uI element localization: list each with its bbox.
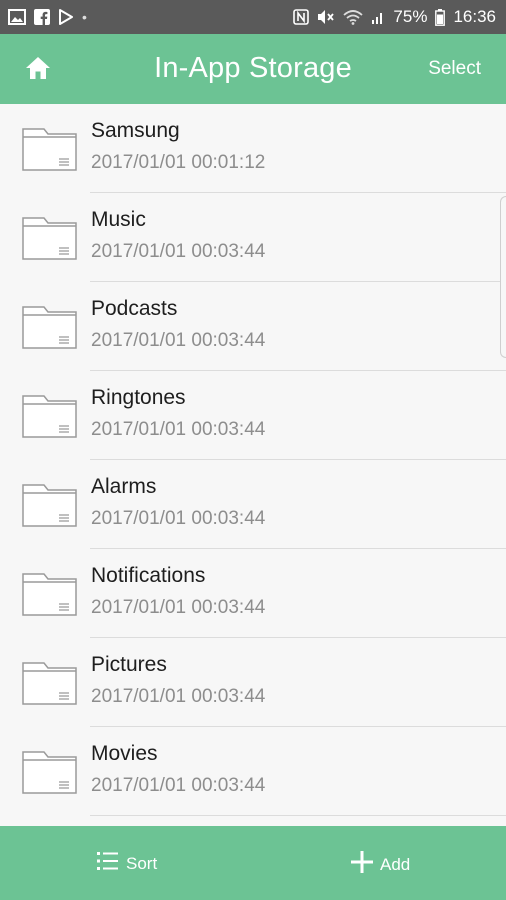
folder-name: Podcasts — [91, 297, 178, 320]
list-sort-icon — [96, 850, 120, 877]
play-store-icon — [58, 9, 74, 25]
battery-percent: 75% — [393, 7, 428, 26]
bottom-bar: Sort Add — [0, 826, 506, 900]
folder-name: Ringtones — [91, 386, 186, 409]
select-button[interactable]: Select — [428, 58, 481, 80]
list-item[interactable]: Ringtones 2017/01/01 00:03:44 — [0, 371, 506, 460]
folder-list[interactable]: Samsung 2017/01/01 00:01:12 Music 2017/0… — [0, 104, 506, 826]
mute-icon — [317, 9, 335, 25]
clock: 16:36 — [453, 7, 496, 26]
nfc-icon — [293, 9, 310, 25]
signal-icon — [371, 9, 385, 25]
folder-name: Samsung — [91, 119, 180, 142]
folder-icon — [22, 660, 78, 706]
folder-icon — [22, 571, 78, 617]
app-bar: In-App Storage Select — [0, 34, 506, 104]
notification-dot: • — [82, 9, 87, 25]
folder-name: Pictures — [91, 653, 167, 676]
list-item[interactable]: Podcasts 2017/01/01 00:03:44 — [0, 282, 506, 371]
list-item[interactable]: Notifications 2017/01/01 00:03:44 — [0, 549, 506, 638]
battery-icon — [435, 8, 446, 26]
facebook-icon — [34, 9, 50, 25]
status-bar: • 75% 16:36 — [0, 0, 506, 34]
folder-icon — [22, 482, 78, 528]
folder-date: 2017/01/01 00:01:12 — [91, 152, 266, 173]
scrollbar[interactable] — [500, 196, 506, 358]
folder-date: 2017/01/01 00:03:44 — [91, 241, 266, 262]
wifi-icon — [343, 9, 364, 25]
plus-icon — [350, 850, 374, 879]
folder-date: 2017/01/01 00:03:44 — [91, 330, 266, 351]
list-item[interactable]: Samsung 2017/01/01 00:01:12 — [0, 104, 506, 193]
folder-icon — [22, 215, 78, 261]
divider — [90, 815, 506, 816]
list-item[interactable]: Music 2017/01/01 00:03:44 — [0, 193, 506, 282]
list-item[interactable]: Alarms 2017/01/01 00:03:44 — [0, 460, 506, 549]
folder-date: 2017/01/01 00:03:44 — [91, 508, 266, 529]
folder-name: Notifications — [91, 564, 206, 587]
folder-date: 2017/01/01 00:03:44 — [91, 419, 266, 440]
folder-date: 2017/01/01 00:03:44 — [91, 597, 266, 618]
folder-name: Movies — [91, 742, 158, 765]
folder-icon — [22, 393, 78, 439]
gallery-icon — [8, 9, 26, 25]
sort-button[interactable]: Sort — [96, 850, 157, 877]
list-item[interactable]: Movies 2017/01/01 00:03:44 — [0, 727, 506, 816]
folder-date: 2017/01/01 00:03:44 — [91, 775, 266, 796]
folder-name: Alarms — [91, 475, 157, 498]
sort-label: Sort — [126, 853, 158, 873]
status-bar-left: • — [8, 9, 87, 25]
folder-icon — [22, 126, 78, 172]
add-label: Add — [380, 854, 411, 874]
status-bar-right: 75% 16:36 — [293, 7, 496, 27]
folder-name: Music — [91, 208, 146, 231]
list-item[interactable]: Pictures 2017/01/01 00:03:44 — [0, 638, 506, 727]
folder-date: 2017/01/01 00:03:44 — [91, 686, 266, 707]
folder-icon — [22, 749, 78, 795]
folder-icon — [22, 304, 78, 350]
add-button[interactable]: Add — [350, 850, 410, 879]
